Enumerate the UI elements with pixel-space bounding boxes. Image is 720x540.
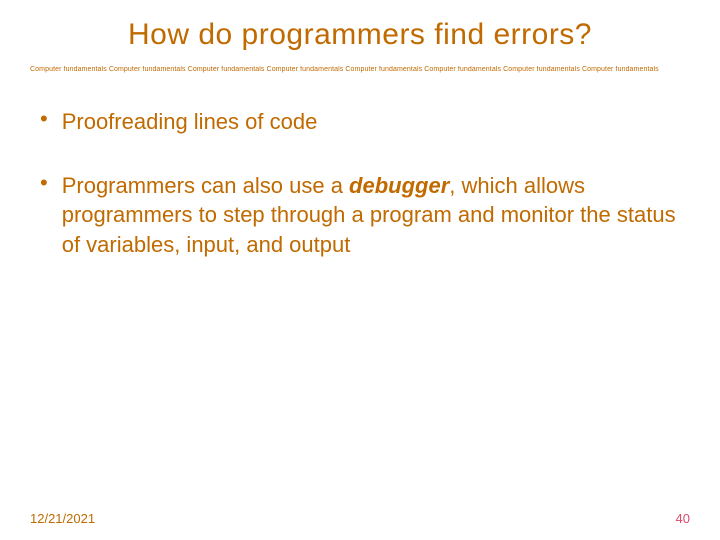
page-title: How do programmers find errors? xyxy=(30,18,690,52)
bullet-text: Programmers can also use a debugger, whi… xyxy=(62,171,690,260)
bullet-item: • Proofreading lines of code xyxy=(40,107,690,137)
slide: How do programmers find errors? Computer… xyxy=(0,0,720,540)
bullet-text-pre: Programmers can also use a xyxy=(62,173,349,198)
footer-date: 12/21/2021 xyxy=(30,511,95,526)
bullet-dot-icon: • xyxy=(40,171,48,195)
bullet-dot-icon: • xyxy=(40,107,48,131)
footer-page-number: 40 xyxy=(676,511,690,526)
bullet-item: • Programmers can also use a debugger, w… xyxy=(40,171,690,260)
bullet-text: Proofreading lines of code xyxy=(62,107,318,137)
footer: 12/21/2021 40 xyxy=(30,511,690,526)
bullet-term: debugger xyxy=(349,173,449,198)
content-area: • Proofreading lines of code • Programme… xyxy=(30,107,690,260)
divider-text: Computer fundamentals Computer fundament… xyxy=(30,66,690,73)
